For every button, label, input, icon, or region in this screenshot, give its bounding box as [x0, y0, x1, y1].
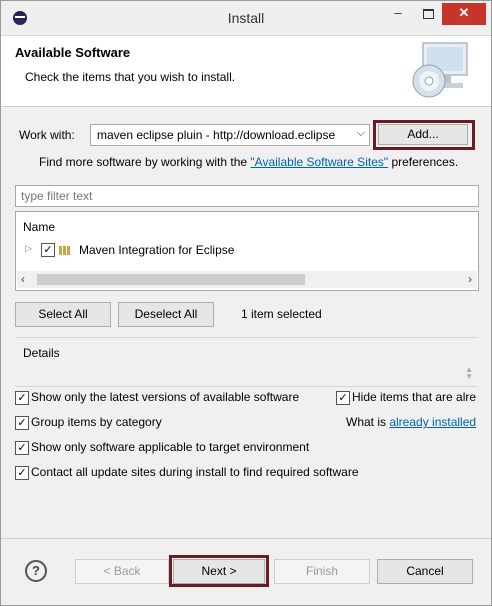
software-tree[interactable]: Name ▷ ✓ Maven Integration for Eclipse ‹…	[15, 211, 479, 291]
cancel-button[interactable]: Cancel	[377, 559, 473, 584]
add-button[interactable]: Add...	[378, 124, 468, 145]
available-software-sites-link[interactable]: "Available Software Sites"	[250, 155, 388, 169]
sites-prefix: Find more software by working with the	[39, 155, 251, 169]
sites-suffix: preferences.	[388, 155, 459, 169]
page-title: Available Software	[15, 45, 131, 60]
filter-input[interactable]: type filter text	[15, 185, 479, 207]
applicable-only-label: Show only software applicable to target …	[31, 440, 310, 454]
contact-sites-label: Contact all update sites during install …	[31, 465, 359, 479]
page-subtitle: Check the items that you wish to install…	[25, 70, 236, 84]
what-is-installed: What is already installed	[346, 415, 476, 429]
work-with-value: maven eclipse pluin - http://download.ec…	[97, 128, 336, 142]
finish-button[interactable]: Finish	[274, 559, 370, 584]
close-icon: ✕	[458, 5, 470, 20]
contact-sites-checkbox[interactable]: ✓	[15, 466, 29, 480]
details-section: Details ▲ ▼	[15, 337, 477, 387]
tree-item-label: Maven Integration for Eclipse	[79, 243, 235, 257]
filter-placeholder: type filter text	[21, 189, 93, 203]
next-button[interactable]: Next >	[173, 559, 265, 584]
available-sites-text: Find more software by working with the "…	[39, 155, 458, 169]
expand-arrow-icon[interactable]: ▷	[25, 243, 32, 254]
applicable-only-checkbox[interactable]: ✓	[15, 441, 29, 455]
maximize-button[interactable]	[413, 3, 443, 25]
back-button[interactable]: < Back	[75, 559, 169, 584]
install-cd-icon	[412, 42, 468, 98]
what-is-prefix: What is	[346, 415, 390, 429]
group-by-category-label: Group items by category	[31, 415, 162, 429]
install-dialog: Install – ✕ Available Software Check the…	[0, 0, 492, 606]
selection-status: 1 item selected	[241, 307, 322, 321]
select-all-button[interactable]: Select All	[15, 302, 111, 327]
deselect-all-button[interactable]: Deselect All	[118, 302, 214, 327]
hide-installed-label: Hide items that are alre	[352, 390, 477, 404]
feature-icon	[59, 244, 73, 255]
close-button[interactable]: ✕	[442, 3, 486, 25]
group-by-category-checkbox[interactable]: ✓	[15, 416, 29, 430]
details-scroll-icon[interactable]: ▲ ▼	[465, 366, 473, 381]
work-with-label: Work with:	[19, 128, 75, 142]
footer-separator	[1, 538, 491, 539]
details-label: Details	[23, 346, 60, 360]
latest-versions-label: Show only the latest versions of availab…	[31, 390, 300, 404]
minimize-button[interactable]: –	[383, 3, 413, 25]
scroll-left-icon[interactable]: ‹	[21, 272, 25, 286]
latest-versions-checkbox[interactable]: ✓	[15, 391, 29, 405]
maximize-icon	[422, 9, 434, 19]
name-column-header: Name	[23, 220, 56, 234]
help-icon[interactable]: ?	[25, 560, 47, 582]
scroll-right-icon[interactable]: ›	[468, 272, 472, 286]
work-with-combo[interactable]: maven eclipse pluin - http://download.ec…	[90, 124, 370, 146]
already-installed-link[interactable]: already installed	[389, 415, 476, 429]
chevron-down-icon[interactable]: ⌵	[357, 127, 365, 140]
hide-installed-checkbox[interactable]: ✓	[336, 391, 350, 405]
title-bar: Install – ✕	[1, 1, 491, 36]
scrollbar-thumb[interactable]	[37, 274, 305, 285]
item-checkbox[interactable]: ✓	[41, 243, 55, 257]
horizontal-scrollbar[interactable]: ‹ ›	[17, 271, 477, 288]
wizard-header: Available Software Check the items that …	[1, 36, 491, 107]
